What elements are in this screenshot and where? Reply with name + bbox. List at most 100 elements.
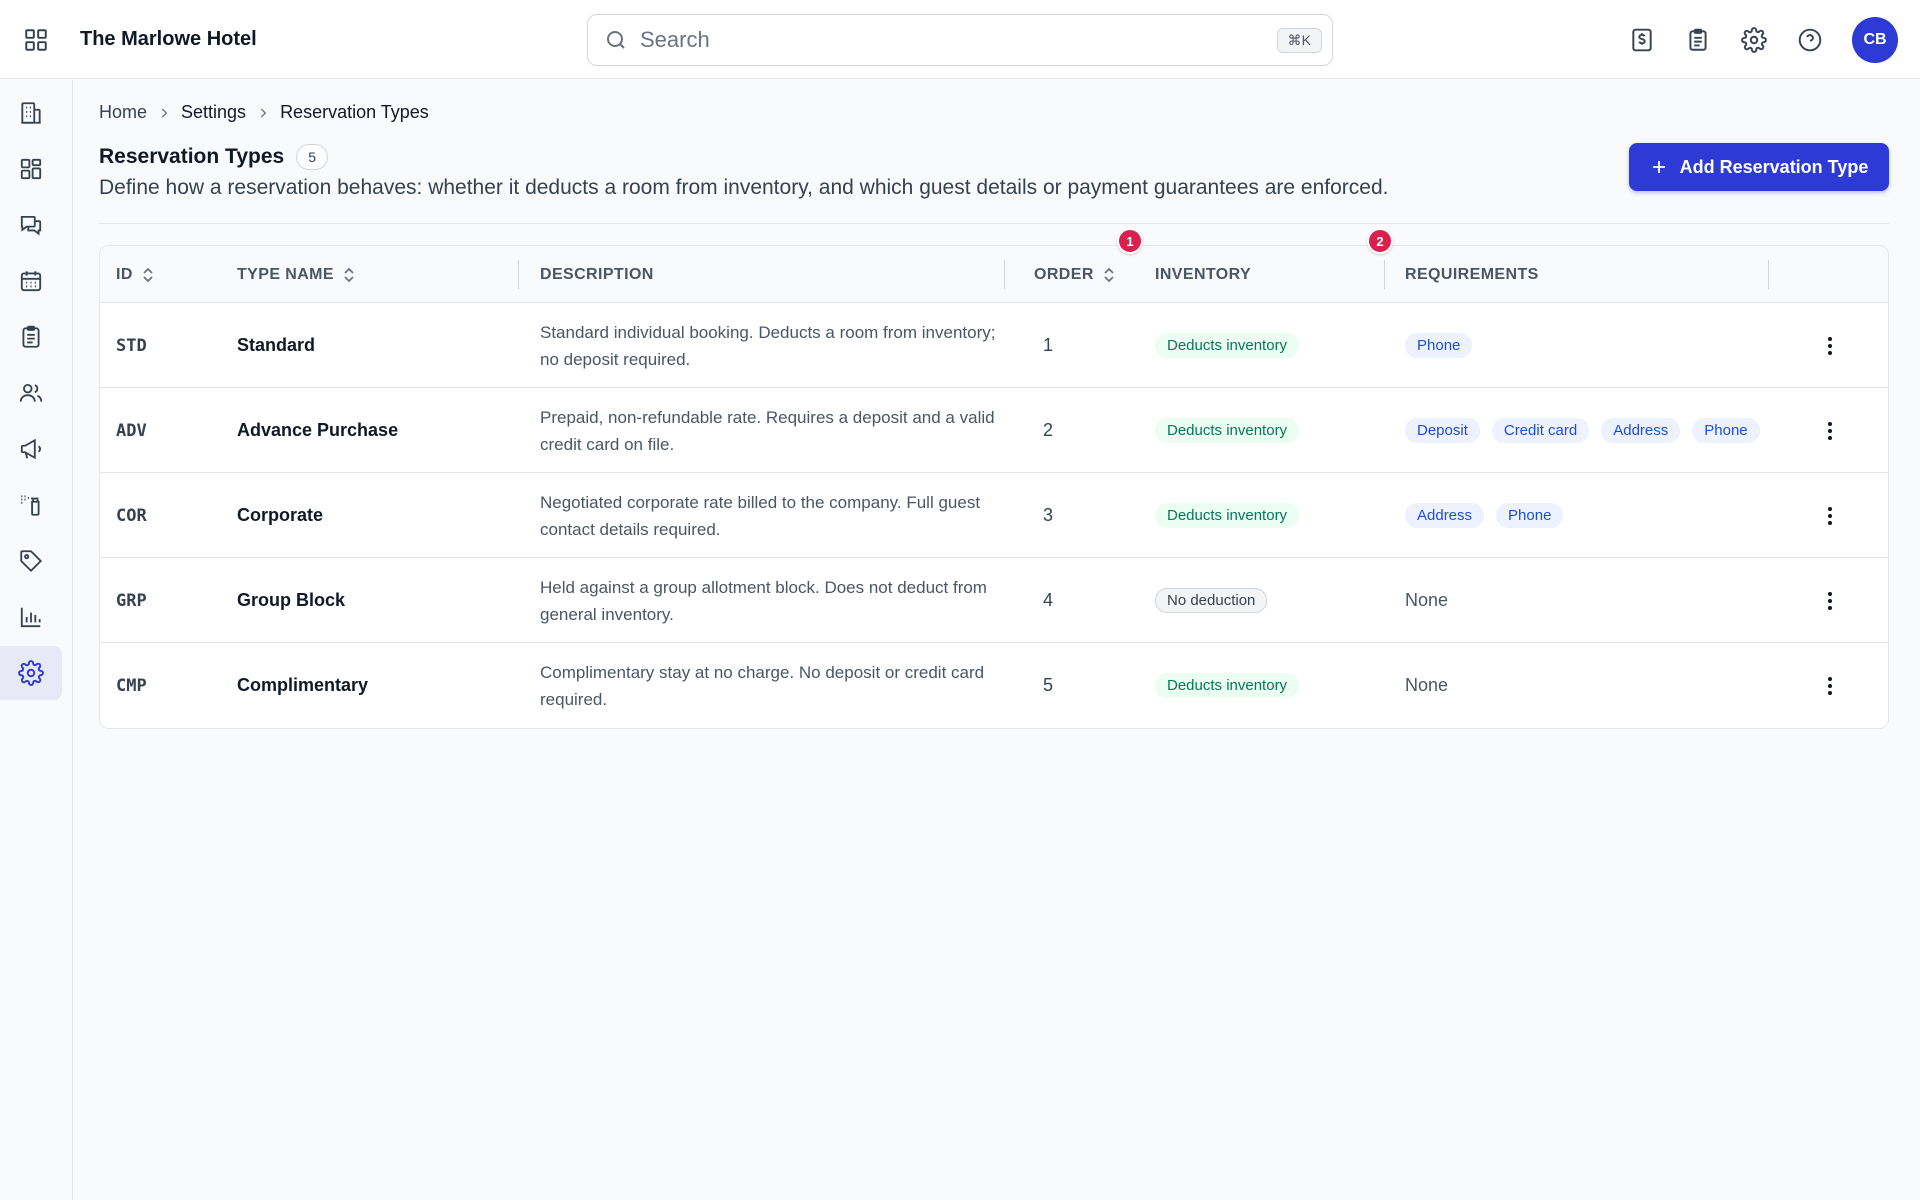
description-text: Negotiated corporate rate billed to the … (540, 492, 981, 539)
inventory-badge: Deducts inventory (1155, 503, 1300, 528)
cell-type-name[interactable]: Advance Purchase (237, 388, 398, 473)
requirement-pill: Address (1405, 503, 1485, 528)
cell-type-name[interactable]: Standard (237, 303, 315, 388)
column-divider[interactable] (1384, 260, 1385, 289)
table-row[interactable]: GRP Group Block Held against a group all… (100, 558, 1888, 643)
description-text: Complimentary stay at no charge. No depo… (540, 662, 985, 709)
table-row[interactable]: COR Corporate Negotiated corporate rate … (100, 473, 1888, 558)
sidebar-item-guests[interactable] (0, 366, 62, 420)
description-text: Held against a group allotment block. Do… (540, 577, 987, 624)
table-body: STD Standard Standard individual booking… (100, 303, 1888, 728)
cell-inventory: Deducts inventory (1155, 473, 1300, 558)
billing-icon[interactable] (1626, 24, 1658, 56)
search-input[interactable] (640, 27, 1277, 53)
breadcrumb: Home Settings Reservation Types (99, 102, 429, 123)
column-divider[interactable] (1004, 260, 1005, 289)
title-row: Reservation Types 5 (99, 144, 329, 170)
requirement-pill: Phone (1496, 503, 1564, 528)
chat-icon (20, 215, 42, 236)
help-icon[interactable] (1794, 24, 1826, 56)
table-row[interactable]: STD Standard Standard individual booking… (100, 303, 1888, 388)
marker-badge: 2 (1367, 228, 1393, 254)
row-actions-button[interactable] (1816, 558, 1844, 643)
hotel-name[interactable]: The Marlowe Hotel (80, 28, 257, 51)
table-header: ID TYPE NAME DESCRIPTION ORDER INVENTORY… (100, 246, 1888, 303)
column-header-id[interactable]: ID (116, 246, 155, 303)
chevron-right-icon (256, 106, 270, 120)
sidebar-item-marketing[interactable] (0, 422, 62, 476)
header-divider (99, 223, 1889, 224)
cell-id: ADV (116, 420, 147, 441)
inventory-badge: Deducts inventory (1155, 418, 1300, 443)
requirement-pill: Credit card (1491, 418, 1590, 443)
sidebar-item-tasks[interactable] (0, 310, 62, 364)
column-label: REQUIREMENTS (1405, 265, 1539, 283)
sort-icon (1102, 267, 1116, 283)
column-header-type-name[interactable]: TYPE NAME (237, 246, 356, 303)
breadcrumb-home[interactable]: Home (99, 102, 147, 123)
cell-type-name[interactable]: Group Block (237, 558, 345, 643)
sidebar-item-properties[interactable] (0, 86, 62, 140)
table-row[interactable]: ADV Advance Purchase Prepaid, non-refund… (100, 388, 1888, 473)
cell-requirements: Address Phone (1405, 473, 1564, 558)
page-title: Reservation Types (99, 145, 285, 168)
apps-grid-icon[interactable] (20, 24, 52, 56)
cell-description: Held against a group allotment block. Do… (540, 558, 1000, 643)
sidebar-item-rates[interactable] (0, 534, 62, 588)
column-header-description: DESCRIPTION (540, 246, 654, 303)
search-bar[interactable]: ⌘K (587, 14, 1333, 66)
column-header-inventory: INVENTORY (1155, 246, 1251, 303)
more-vertical-icon (1828, 506, 1832, 525)
cell-requirements: None (1405, 643, 1448, 728)
requirement-pill: Address (1601, 418, 1681, 443)
cell-description: Prepaid, non-refundable rate. Requires a… (540, 388, 1000, 473)
cell-type-name[interactable]: Corporate (237, 473, 323, 558)
requirement-pill: Phone (1405, 333, 1473, 358)
table-row[interactable]: CMP Complimentary Complimentary stay at … (100, 643, 1888, 728)
cell-type-name[interactable]: Complimentary (237, 643, 368, 728)
gear-icon[interactable] (1738, 24, 1770, 56)
add-reservation-type-button[interactable]: Add Reservation Type (1629, 143, 1889, 191)
top-bar: The Marlowe Hotel ⌘K CB (0, 0, 1920, 79)
sidebar-item-messages[interactable] (0, 198, 62, 252)
cell-description: Standard individual booking. Deducts a r… (540, 303, 1000, 388)
column-label: DESCRIPTION (540, 265, 654, 283)
column-divider[interactable] (518, 260, 519, 289)
requirement-pill: Deposit (1405, 418, 1480, 443)
sidebar-item-settings[interactable] (0, 646, 62, 700)
sort-icon (342, 267, 356, 283)
column-header-order[interactable]: ORDER (1034, 246, 1116, 303)
cell-id: CMP (116, 675, 147, 696)
column-label: TYPE NAME (237, 265, 334, 283)
cell-order: 5 (1042, 675, 1053, 695)
tag-icon (20, 550, 43, 573)
clipboard-icon (22, 325, 40, 348)
row-actions-button[interactable] (1816, 473, 1844, 558)
row-actions-button[interactable] (1816, 643, 1844, 728)
add-button-label: Add Reservation Type (1679, 156, 1869, 177)
search-icon (604, 27, 630, 53)
sidebar-item-dashboard[interactable] (0, 142, 62, 196)
reservation-types-table: ID TYPE NAME DESCRIPTION ORDER INVENTORY… (99, 245, 1889, 729)
row-actions-button[interactable] (1816, 303, 1844, 388)
cell-order: 3 (1042, 505, 1053, 525)
sidebar-item-calendar[interactable] (0, 254, 62, 308)
column-divider[interactable] (1768, 260, 1769, 289)
breadcrumb-settings[interactable]: Settings (181, 102, 246, 123)
users-icon (19, 383, 43, 402)
requirements-none: None (1405, 590, 1449, 610)
cell-order: 2 (1042, 420, 1053, 440)
cell-inventory: Deducts inventory (1155, 303, 1300, 388)
cell-inventory: Deducts inventory (1155, 643, 1300, 728)
clipboard-icon[interactable] (1682, 24, 1714, 56)
sidebar-item-housekeeping[interactable] (0, 478, 62, 532)
cell-description: Negotiated corporate rate billed to the … (540, 473, 1000, 558)
avatar[interactable]: CB (1852, 16, 1898, 63)
row-actions-button[interactable] (1816, 388, 1844, 473)
chevron-right-icon (157, 106, 171, 120)
sidebar-item-reports[interactable] (0, 590, 62, 644)
top-actions: CB (1626, 0, 1920, 79)
cell-inventory: Deducts inventory (1155, 388, 1300, 473)
calendar-icon (20, 271, 42, 292)
cell-requirements: Phone (1405, 303, 1473, 388)
